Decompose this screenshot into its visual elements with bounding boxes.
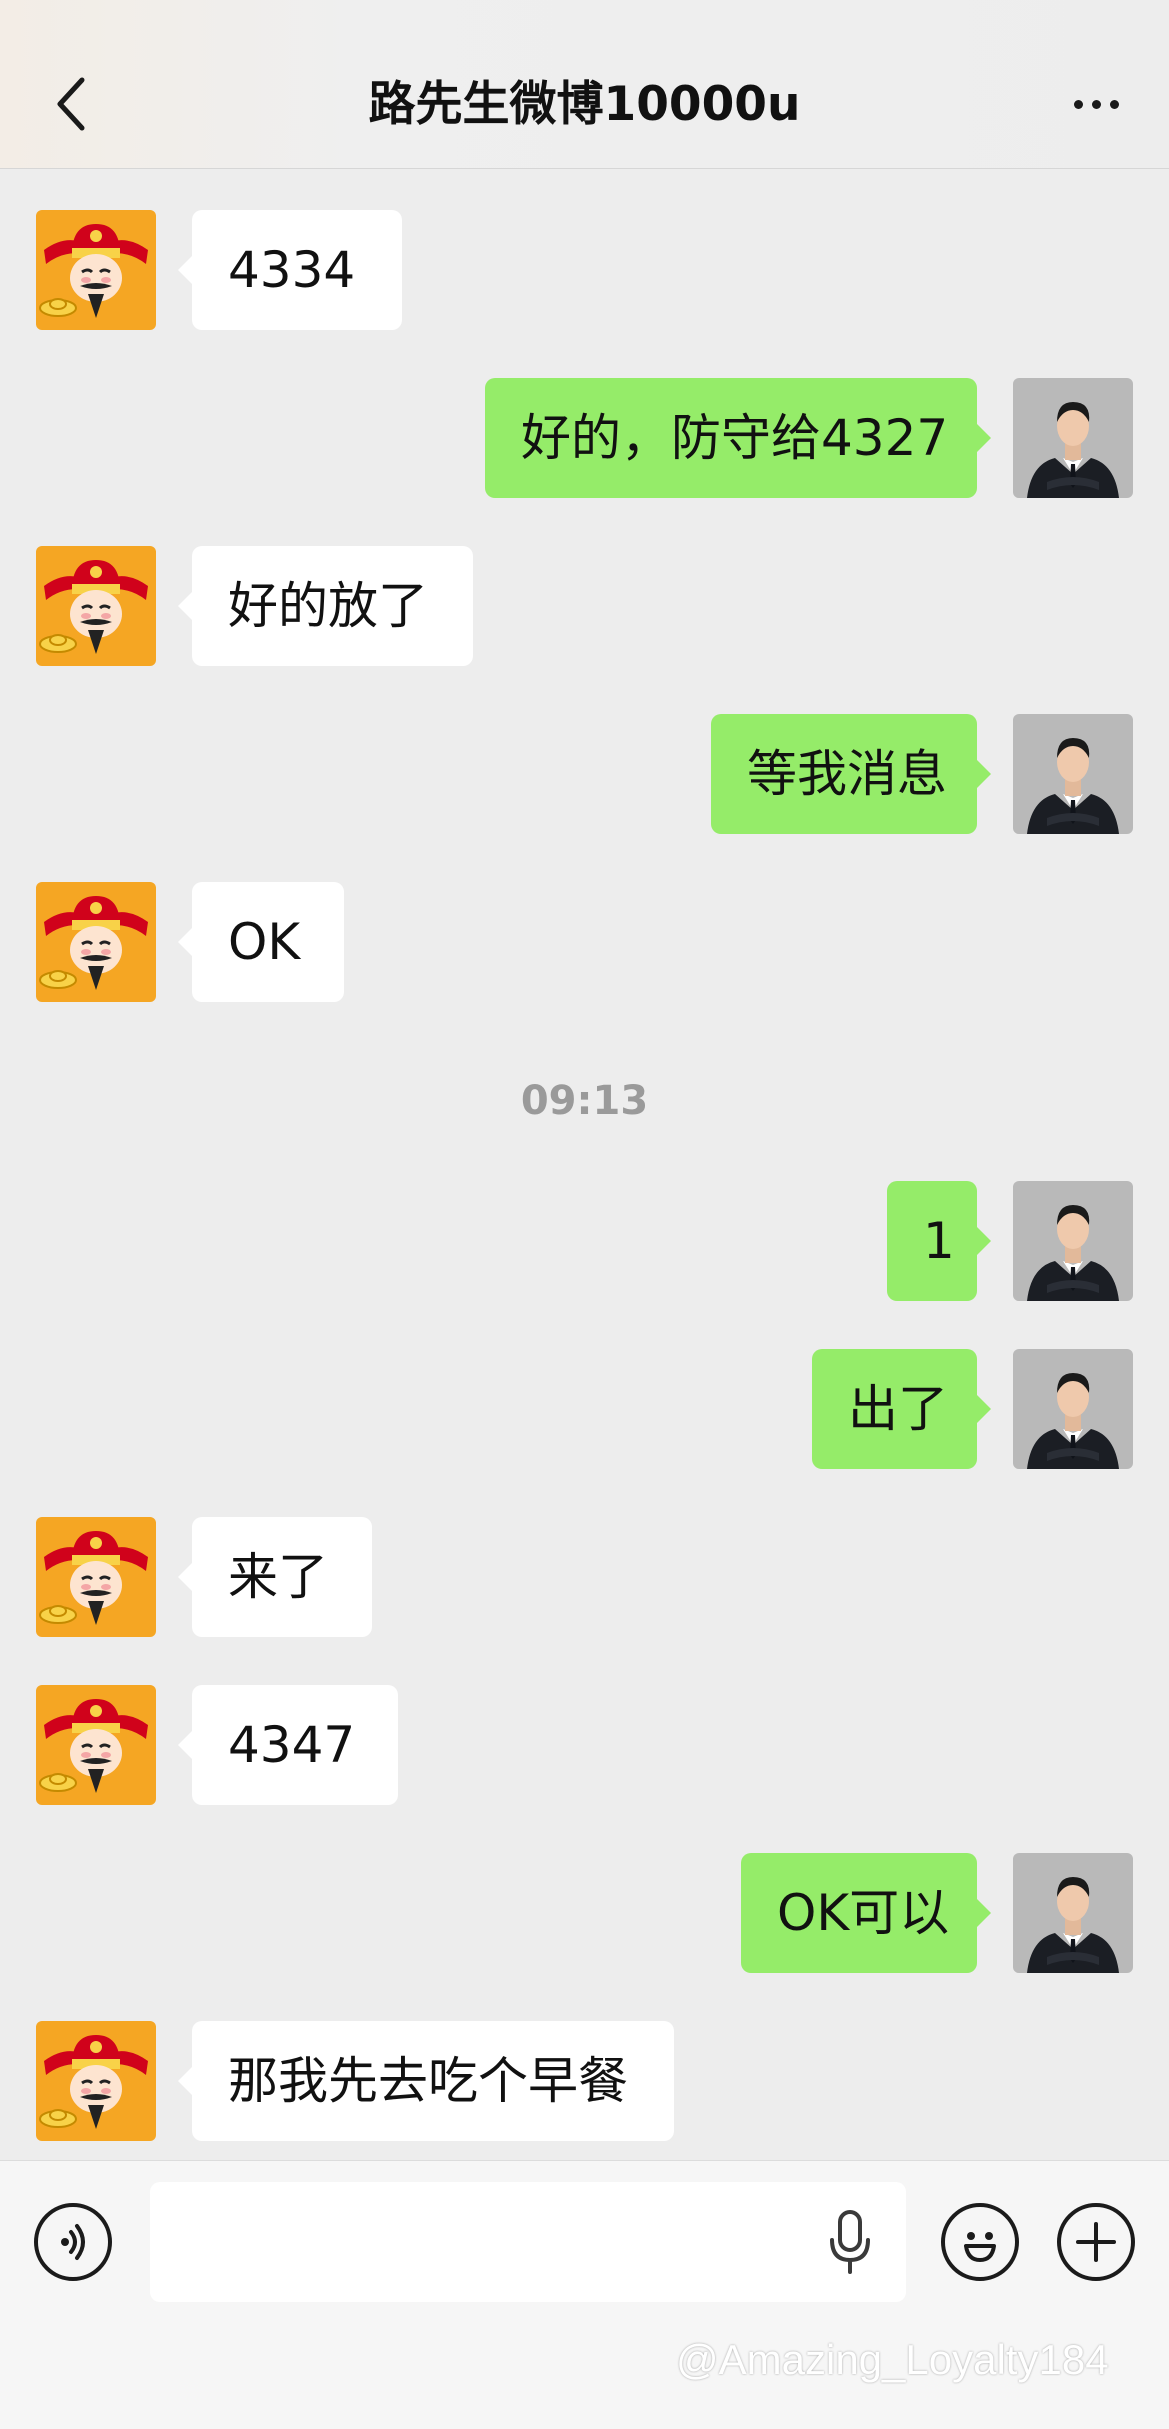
my-avatar[interactable] (1013, 378, 1133, 498)
contact-avatar[interactable] (36, 546, 156, 666)
message-row: OK (0, 882, 1169, 1002)
mic-icon[interactable] (826, 2210, 874, 2276)
voice-mode-button[interactable] (34, 2203, 112, 2281)
incoming-message-bubble[interactable]: 那我先去吃个早餐 (178, 2021, 674, 2141)
chat-header: 路先生微博10000u (0, 0, 1169, 169)
chevron-left-icon (57, 77, 85, 131)
my-avatar[interactable] (1013, 1181, 1133, 1301)
contact-avatar[interactable] (36, 210, 156, 330)
contact-avatar[interactable] (36, 1685, 156, 1805)
emoji-button[interactable] (941, 2203, 1019, 2281)
message-row: 好的，防守给4327 (0, 378, 1169, 498)
my-avatar[interactable] (1013, 1853, 1133, 1973)
contact-avatar[interactable] (36, 882, 156, 1002)
plus-button[interactable] (1057, 2203, 1135, 2281)
message-row: 来了 (0, 1517, 1169, 1637)
contact-avatar[interactable] (36, 1517, 156, 1637)
message-row: 好的放了 (0, 546, 1169, 666)
outgoing-message-bubble[interactable]: 等我消息 (711, 714, 991, 834)
chat-title: 路先生微博10000u (368, 77, 801, 132)
incoming-message-bubble[interactable]: OK (178, 882, 344, 1002)
outgoing-message-bubble[interactable]: 好的，防守给4327 (485, 378, 991, 498)
incoming-message-bubble[interactable]: 好的放了 (178, 546, 473, 666)
voice-mode-icon (61, 2224, 85, 2260)
message-row: 那我先去吃个早餐 (0, 2021, 1169, 2141)
more-button[interactable] (1058, 84, 1134, 124)
message-row: 等我消息 (0, 714, 1169, 834)
message-row: 4347 (0, 1685, 1169, 1805)
my-avatar[interactable] (1013, 1349, 1133, 1469)
incoming-message-bubble[interactable]: 4334 (178, 210, 402, 330)
my-avatar[interactable] (1013, 714, 1133, 834)
outgoing-message-bubble[interactable]: OK可以 (741, 1853, 991, 1973)
emoji-icon (964, 2232, 996, 2262)
outgoing-message-bubble[interactable]: 出了 (812, 1349, 991, 1469)
incoming-message-bubble[interactable]: 4347 (178, 1685, 398, 1805)
message-timestamp: 09:13 (520, 1078, 649, 1124)
back-button[interactable] (40, 66, 100, 142)
outgoing-message-bubble[interactable]: 1 (887, 1181, 991, 1301)
message-input[interactable] (150, 2182, 906, 2302)
incoming-message-bubble[interactable]: 来了 (178, 1517, 372, 1637)
watermark: @Amazing_Loyalty184 (676, 2336, 1109, 2383)
plus-icon (1076, 2222, 1116, 2262)
message-row: 出了 (0, 1349, 1169, 1469)
contact-avatar[interactable] (36, 2021, 156, 2141)
message-row: 1 (0, 1181, 1169, 1301)
message-row: OK可以 (0, 1853, 1169, 1973)
more-dots-icon (1073, 99, 1083, 109)
message-row: 4334 (0, 210, 1169, 330)
